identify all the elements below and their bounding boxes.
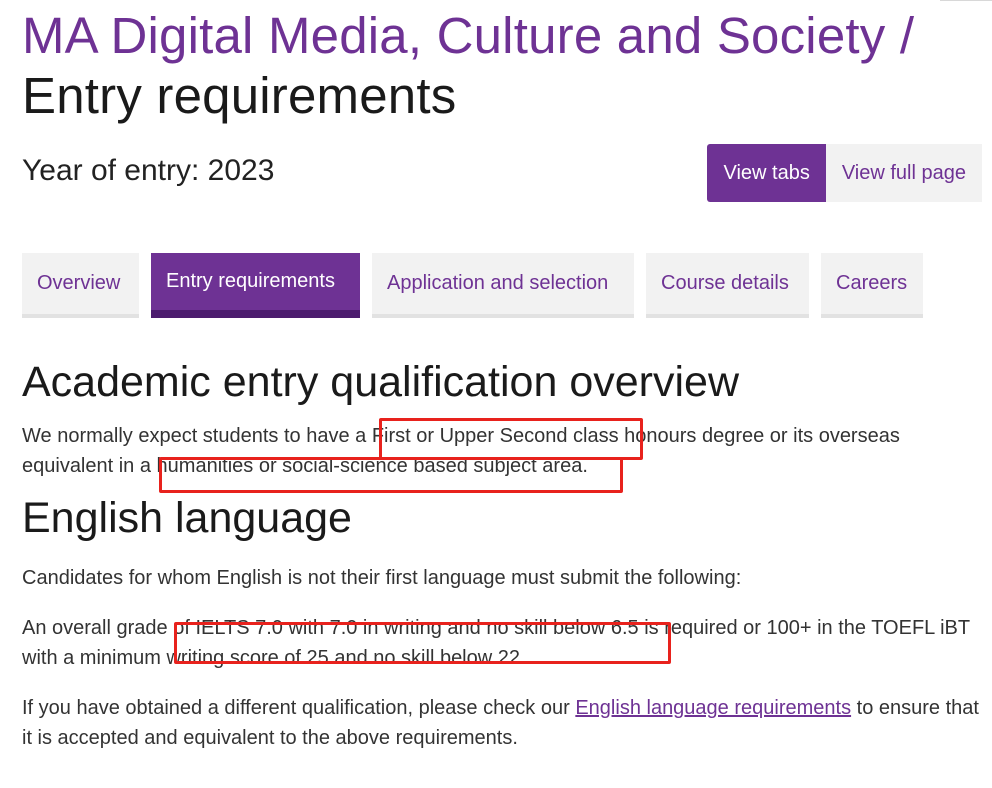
page-title: MA Digital Media, Culture and Society / … [22, 0, 982, 126]
english-language-requirements-link[interactable]: English language requirements [575, 697, 851, 719]
academic-heading: Academic entry qualification overview [22, 358, 739, 406]
page-subtitle: Entry requirements [22, 67, 457, 124]
tab-entry-requirements[interactable]: Entry requirements [151, 253, 360, 318]
view-switch: View tabs View full page [707, 144, 982, 202]
main-content: Academic entry qualification overview We… [22, 355, 982, 753]
academic-paragraph: We normally expect students to have a Fi… [22, 425, 900, 477]
view-tabs-button[interactable]: View tabs [707, 144, 826, 202]
qualification-text-start: If you have obtained a different qualifi… [22, 697, 576, 719]
english-grade-paragraph: An overall grade of IELTS 7.0 with 7.0 i… [22, 617, 970, 669]
tab-overview[interactable]: Overview [22, 253, 139, 318]
english-heading: English language [22, 494, 352, 542]
programme-title: MA Digital Media, Culture and Society / [22, 7, 915, 64]
tab-course-details[interactable]: Course details [646, 253, 809, 318]
tab-careers[interactable]: Careers [821, 253, 923, 318]
english-intro-paragraph: Candidates for whom English is not their… [22, 567, 742, 589]
year-row: Year of entry: 2023 View tabs View full … [22, 144, 982, 202]
english-qualification-paragraph: If you have obtained a different qualifi… [22, 693, 982, 753]
year-of-entry: Year of entry: 2023 [22, 154, 275, 187]
tab-bar: Overview Entry requirements Application … [22, 253, 923, 318]
view-full-page-button[interactable]: View full page [825, 144, 982, 202]
tab-application-and-selection[interactable]: Application and selection [372, 253, 634, 318]
page-container: MA Digital Media, Culture and Society / … [22, 0, 982, 749]
